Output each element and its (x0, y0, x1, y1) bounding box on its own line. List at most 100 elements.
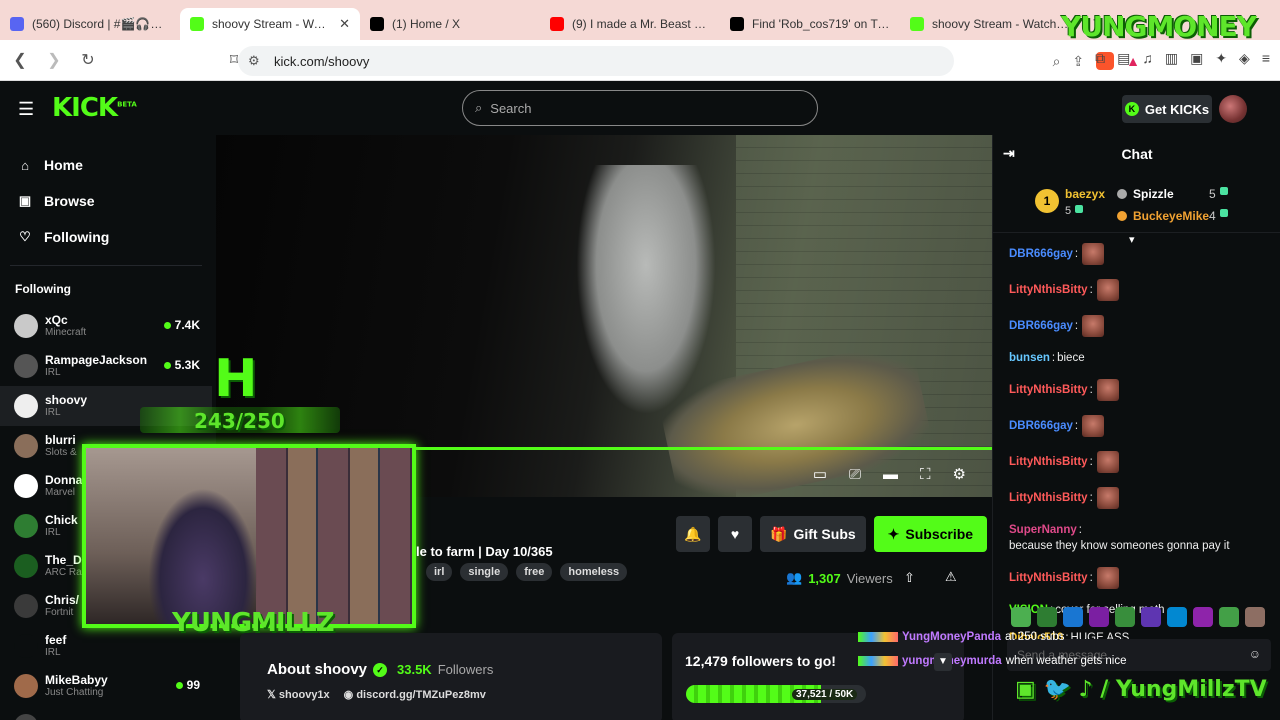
sidebar-channel-rampagejackson[interactable]: RampageJackson IRL 5.3K (0, 346, 212, 386)
browser-tab-youtube[interactable]: (9) I made a Mr. Beast diss (540, 8, 720, 40)
gifter-row[interactable]: BuckeyeMike 4 (1117, 209, 1228, 223)
chat-message: DBR666gay: (1009, 415, 1271, 437)
sidebar-item-home[interactable]: ⌂ Home (0, 147, 212, 183)
browser-tab-kick-shoovy-2[interactable]: shoovy Stream - Watch Live (900, 8, 1080, 40)
sub-gem-icon (1075, 205, 1084, 213)
logo-beta-label: BETA (117, 100, 137, 109)
share-icon[interactable]: ⇪ (1072, 53, 1084, 70)
chat-colon: : (1078, 524, 1082, 536)
notification-bell-button[interactable]: 🔔 (676, 516, 710, 552)
top-gifter-count-value: 5 (1065, 205, 1072, 217)
search-input[interactable]: ⌕ Search (462, 90, 818, 126)
collapse-chat-icon[interactable]: ⇥ (1003, 145, 1015, 162)
channel-avatar (14, 554, 38, 578)
top-gifter-name[interactable]: baezyx (1065, 187, 1105, 201)
gift-subs-button[interactable]: 🎁 Gift Subs (760, 516, 866, 552)
gifter-count: 4 (1209, 209, 1228, 223)
fullscreen-icon[interactable]: ⛶ (920, 466, 931, 483)
chat-username[interactable]: LittyNthisBitty (1009, 383, 1088, 397)
browser-tab-discord[interactable]: (560) Discord | #🎬🎧Clips (0, 8, 180, 40)
emote-icon[interactable] (1167, 607, 1187, 627)
emote-icon[interactable] (1219, 607, 1239, 627)
scroll-down-icon[interactable]: ▼ (934, 653, 952, 671)
chat-username[interactable]: DBR666gay (1009, 247, 1073, 261)
leo-icon[interactable]: ✦ (1215, 50, 1227, 67)
kick-logo[interactable]: KICKBETA (52, 93, 137, 123)
follow-heart-button[interactable]: ♥ (718, 516, 752, 552)
browser-tab-tiktok[interactable]: Find 'Rob_cos719' on TikTok (720, 8, 900, 40)
chat-username[interactable]: DBR666gay (1009, 419, 1073, 433)
subscribe-button[interactable]: ✦ Subscribe (873, 516, 988, 552)
extensions-icon[interactable]: ⧉ (1095, 50, 1105, 67)
zoom-icon[interactable]: ⌕ (1053, 53, 1061, 70)
sidebar-icon[interactable]: ▥ (1165, 50, 1178, 67)
chat-username[interactable]: LittyNthisBitty (1009, 571, 1088, 585)
sidebar-item-browse[interactable]: ▣ Browse (0, 183, 212, 219)
clip-icon[interactable]: ⎚ (849, 466, 861, 483)
x-link[interactable]: 𝕏 shoovy1x (267, 688, 330, 701)
discord-link[interactable]: ◉ discord.gg/TMZuPez8mv (344, 688, 486, 701)
mini-player-icon[interactable]: ▭ (813, 465, 827, 483)
gifter-count: 5 (1209, 187, 1228, 201)
sidebar-channel-mikebabyy[interactable]: MikeBabyy Just Chatting 99 (0, 666, 212, 706)
stream-tag[interactable]: free (516, 563, 553, 581)
chat-message: SuperNanny: because they know someones go… (1009, 523, 1271, 553)
emoji-picker-icon[interactable]: ☺ (1249, 647, 1261, 661)
chat-username[interactable]: LittyNthisBitty (1009, 455, 1088, 469)
followers-label: Followers (437, 662, 494, 677)
theater-mode-icon[interactable]: ▬ (883, 466, 898, 483)
chat-colon: : (1051, 352, 1056, 364)
gifter-row[interactable]: Spizzle 5 (1117, 187, 1228, 201)
chat-username[interactable]: bunsen (1009, 351, 1050, 365)
report-icon[interactable]: ⚠ (945, 569, 957, 585)
vpn-icon[interactable]: ◈ (1239, 50, 1250, 67)
sidebar-channel-dpmuddasucka[interactable]: DPMuddaSucka98 (0, 706, 212, 720)
hamburger-menu-icon[interactable]: ☰ (18, 99, 34, 120)
emote-icon[interactable] (1037, 607, 1057, 627)
emote-icon[interactable] (1115, 607, 1135, 627)
emote-icon[interactable] (1011, 607, 1031, 627)
chat-username[interactable]: LittyNthisBitty (1009, 283, 1088, 297)
forward-icon[interactable]: ❯ (40, 50, 68, 70)
reader-icon[interactable]: ▤ (1117, 50, 1130, 67)
following-heading: Following (15, 282, 71, 296)
discord-favicon-icon (10, 17, 24, 31)
menu-icon[interactable]: ≡ (1262, 50, 1270, 67)
browser-tab-kick-shoovy[interactable]: shoovy Stream - Watch Live ✕ (180, 8, 360, 40)
subscribe-label: Subscribe (905, 526, 974, 542)
chat-username[interactable]: DBR666gay (1009, 319, 1073, 333)
get-kicks-button[interactable]: K Get KICKs (1122, 95, 1212, 123)
sidebar-item-following[interactable]: ♡ Following (0, 219, 212, 255)
emote-icon[interactable] (1063, 607, 1083, 627)
video-player[interactable]: ▭ ⎚ ▬ ⛶ ⚙ (216, 135, 992, 497)
emote-icon[interactable] (1089, 607, 1109, 627)
overlay-green-line (416, 447, 992, 450)
sidebar-channel-xqc[interactable]: xQc Minecraft 7.4K (0, 306, 212, 346)
chat-username[interactable]: LittyNthisBitty (1009, 491, 1088, 505)
channel-avatar (14, 394, 38, 418)
channel-viewers-value: 5.3K (174, 358, 200, 372)
settings-gear-icon[interactable]: ⚙ (953, 465, 966, 483)
stream-tag[interactable]: irl (426, 563, 453, 581)
browser-tab-x[interactable]: (1) Home / X (360, 8, 540, 40)
music-icon[interactable]: ♫ (1142, 50, 1153, 67)
wallet-icon[interactable]: ▣ (1190, 50, 1203, 67)
close-tab-icon[interactable]: ✕ (339, 16, 350, 32)
site-settings-icon[interactable]: ⚙ (248, 53, 260, 69)
stream-tag[interactable]: homeless (560, 563, 628, 581)
address-bar[interactable]: ⚙ kick.com/shoovy (238, 46, 954, 76)
stream-tag[interactable]: single (460, 563, 509, 581)
reload-icon[interactable]: ↻ (74, 50, 102, 70)
share-stream-icon[interactable]: ⇧ (904, 570, 915, 586)
emote-icon (1096, 487, 1119, 509)
emote-icon[interactable] (1141, 607, 1161, 627)
user-avatar[interactable] (1219, 95, 1247, 123)
back-icon[interactable]: ❮ (6, 50, 34, 70)
tab-title: (9) I made a Mr. Beast diss (572, 17, 710, 31)
emote-icon[interactable] (1245, 607, 1265, 627)
channel-viewers: 5.3K (163, 358, 200, 372)
chat-username[interactable]: SuperNanny (1009, 523, 1077, 537)
emote-icon[interactable] (1193, 607, 1213, 627)
viewers-icon: 👥 (786, 570, 803, 585)
tiktok-favicon-icon (730, 17, 744, 31)
